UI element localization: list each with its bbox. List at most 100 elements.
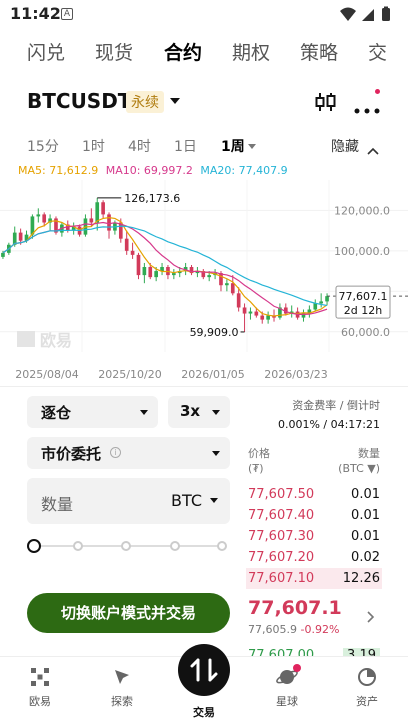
quantity-unit[interactable]: BTC (171, 491, 202, 510)
status-icons (338, 5, 398, 27)
low-price-label: 59,909.0 (190, 326, 239, 339)
trade-swap-icon (190, 658, 218, 682)
nav-trade-button[interactable] (178, 644, 230, 696)
candle-body (107, 214, 111, 231)
ask-qty: 0.02 (351, 550, 380, 565)
margin-mode-select[interactable]: 逐仓 (27, 396, 158, 428)
candle-body (225, 283, 229, 286)
candle-body (148, 267, 153, 278)
quantity-placeholder: 数量 (41, 495, 74, 514)
candle-body (18, 232, 23, 241)
orderbook-qty-header[interactable]: 数量 (BTC ▼) (338, 446, 380, 476)
candlestick-chart-icon[interactable] (314, 90, 338, 118)
okx-logo-icon (31, 668, 49, 686)
ask-qty: 0.01 (351, 529, 380, 544)
more-options-icon[interactable] (354, 99, 380, 118)
interval-1d[interactable]: 1日 (174, 136, 197, 156)
slider-handle[interactable] (27, 539, 41, 553)
leverage-label: 3x (180, 402, 201, 420)
interval-4h[interactable]: 4时 (128, 136, 151, 156)
chevron-up-icon[interactable] (367, 140, 379, 159)
leverage-select[interactable]: 3x (168, 396, 230, 428)
x-tick-label: 2025/08/04 (15, 368, 78, 380)
y-tick-label: 100,000.0 (334, 245, 390, 258)
ask-row[interactable]: 77,607.10 12.26 (246, 568, 382, 589)
tab-strategies[interactable]: 策略 (300, 38, 338, 65)
ask-price: 77,607.10 (248, 571, 315, 586)
candle-body (230, 283, 235, 294)
ask-qty: 0.01 (351, 487, 380, 502)
nav-explore[interactable]: 探索 (92, 667, 152, 709)
slider-step-100[interactable] (217, 541, 227, 551)
current-price-label: 77,607.1 (339, 290, 388, 303)
tab-contracts[interactable]: 合约 (164, 38, 202, 65)
caret-down-icon (212, 410, 220, 415)
pair-name[interactable]: BTCUSDT (27, 89, 131, 113)
ask-row[interactable]: 77,607.40 0.01 (246, 505, 382, 526)
x-tick-label: 2026/01/05 (181, 368, 244, 380)
candle-body (319, 301, 323, 304)
last-price[interactable]: 77,607.1 (248, 597, 342, 619)
order-type-select[interactable]: 市价委托 i (27, 437, 230, 469)
chevron-down-icon[interactable] (170, 98, 180, 104)
ask-qty: 0.01 (351, 508, 380, 523)
quantity-slider[interactable] (27, 538, 230, 554)
y-tick-label: 120,000.0 (334, 204, 390, 217)
chevron-right-icon[interactable] (367, 608, 375, 627)
caret-down-icon (140, 410, 148, 415)
ask-row[interactable]: 77,607.20 0.02 (246, 547, 382, 568)
nav-label: 探索 (111, 695, 133, 708)
notification-dot (293, 664, 301, 672)
nav-assets[interactable]: 资产 (337, 667, 397, 709)
interval-1h[interactable]: 1时 (82, 136, 105, 156)
x-tick-label: 2025/10/20 (98, 368, 161, 380)
candle-body (172, 273, 176, 276)
switch-mode-trade-button[interactable]: 切换账户模式并交易 (27, 593, 230, 633)
caret-down-icon (212, 451, 220, 456)
hide-chart-button[interactable]: 隐藏 (331, 136, 359, 156)
funding-label: 资金费率 / 倒计时 (292, 399, 380, 412)
wifi-signal-battery-icon (340, 6, 390, 21)
ask-row[interactable]: 77,607.30 0.01 (246, 526, 382, 547)
mark-price: 77,605.9 (248, 623, 297, 636)
candle-body (1, 252, 5, 257)
tab-options[interactable]: 期权 (232, 38, 270, 65)
mark-price-row: 77,605.9 -0.92% (248, 623, 339, 636)
countdown-label: 2d 12h (344, 304, 382, 317)
status-bar: 11:42 A (0, 0, 408, 28)
nav-planet[interactable]: 星球 (257, 667, 317, 709)
perpetual-badge: 永续 (126, 91, 164, 113)
candlestick-chart[interactable]: 120,000.0100,000.080,000.060,000.0欧易 126… (0, 180, 408, 381)
slider-step-75[interactable] (170, 541, 180, 551)
assets-pie-icon (358, 668, 376, 686)
margin-mode-label: 逐仓 (41, 404, 72, 422)
chevron-down-icon[interactable] (248, 144, 256, 149)
watermark-text: 欧易 (40, 331, 72, 350)
slider-step-25[interactable] (73, 541, 83, 551)
compass-icon (115, 670, 129, 684)
moving-average-legend: MA5: 71,612.9 MA10: 69,997.2 MA20: 77,40… (18, 164, 288, 177)
interval-15m[interactable]: 15分 (27, 136, 59, 156)
slider-step-50[interactable] (121, 541, 131, 551)
candle-body (260, 315, 265, 320)
quantity-input[interactable]: 数量 BTC (27, 478, 230, 524)
qty-unit-label[interactable]: (BTC ▼) (338, 461, 380, 476)
candle-body (154, 271, 158, 278)
chart-divider (0, 386, 408, 387)
nav-okx[interactable]: 欧易 (10, 667, 70, 709)
candle-body (101, 202, 105, 215)
candle-body (248, 311, 253, 314)
tab-flash-swap[interactable]: 闪兑 (27, 38, 65, 65)
bid-row[interactable]: 77,607.00 3.19 (246, 648, 382, 656)
bid-price: 77,607.00 (248, 648, 315, 656)
high-price-label: 126,173.6 (124, 192, 180, 205)
caret-down-icon[interactable] (210, 498, 218, 503)
notification-dot (375, 89, 380, 94)
ask-row[interactable]: 77,607.50 0.01 (246, 484, 382, 505)
tab-trade-more[interactable]: 交 (368, 38, 387, 65)
candle-body (266, 315, 270, 320)
info-icon[interactable]: i (110, 447, 121, 458)
tab-spot[interactable]: 现货 (95, 38, 133, 65)
candle-body (95, 202, 100, 223)
interval-1w[interactable]: 1周 (221, 136, 245, 156)
